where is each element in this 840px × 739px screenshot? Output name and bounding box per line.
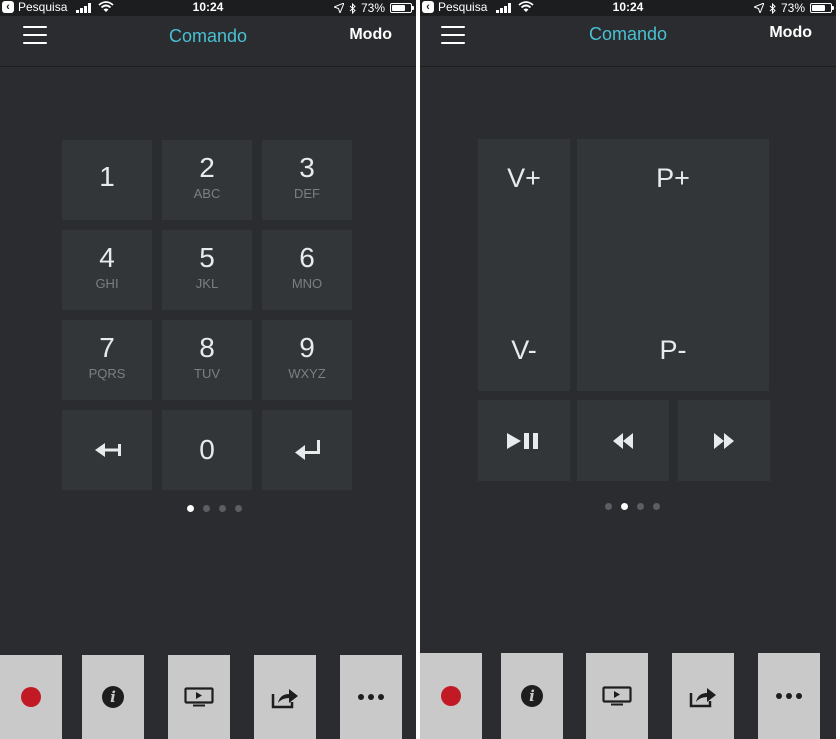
mode-button[interactable]: Modo xyxy=(769,24,812,42)
remote-screen: ‹ Pesquisa 10:24 73% Comando Modo V+ V- … xyxy=(420,0,836,739)
status-bar: ‹ Pesquisa 10:24 73% xyxy=(420,0,836,16)
share-icon xyxy=(689,688,716,708)
key-letters: MNO xyxy=(291,276,323,291)
key-3[interactable]: 3 DEF xyxy=(262,140,352,220)
volume-down-label[interactable]: V- xyxy=(478,335,570,366)
key-digit: 6 xyxy=(299,242,315,273)
key-digit: 3 xyxy=(299,152,315,183)
key-letters: JKL xyxy=(195,276,219,291)
more-button[interactable] xyxy=(758,653,820,739)
location-arrow-icon xyxy=(753,3,764,13)
nav-bar: Comando Modo xyxy=(0,16,416,67)
enter-icon xyxy=(295,440,320,460)
key-digit: 2 xyxy=(199,152,215,183)
info-icon: i xyxy=(102,686,124,708)
volume-up-label[interactable]: V+ xyxy=(478,163,570,194)
page-dot[interactable] xyxy=(219,505,226,512)
page-dot[interactable] xyxy=(653,503,660,510)
status-bar: ‹ Pesquisa 10:24 73% xyxy=(0,0,416,16)
page-indicator xyxy=(187,505,242,512)
screen-button[interactable] xyxy=(586,653,648,739)
share-button[interactable] xyxy=(672,653,734,739)
key-digit: 4 xyxy=(99,242,115,273)
key-digit: 9 xyxy=(299,332,315,363)
screen-button[interactable] xyxy=(168,655,230,739)
screen-icon xyxy=(184,687,214,707)
key-6[interactable]: 6 MNO xyxy=(262,230,352,310)
channel-up-label[interactable]: P+ xyxy=(577,163,769,194)
play-pause-icon xyxy=(507,432,538,449)
page-dot[interactable] xyxy=(203,505,210,512)
key-letters: ABC xyxy=(193,186,221,201)
play-pause-button[interactable] xyxy=(478,400,570,481)
key-letters: TUV xyxy=(194,366,220,381)
previous-channel-button[interactable] xyxy=(62,410,152,490)
record-button[interactable] xyxy=(0,655,62,739)
battery-percent: 73% xyxy=(360,1,385,15)
key-digit: 5 xyxy=(199,242,215,273)
key-letters: GHI xyxy=(95,276,119,291)
channel-down-label[interactable]: P- xyxy=(577,335,769,366)
key-5[interactable]: 5 JKL xyxy=(162,230,252,310)
info-button[interactable]: i xyxy=(82,655,144,739)
battery-icon xyxy=(810,3,834,13)
page-dot[interactable] xyxy=(637,503,644,510)
screen-icon xyxy=(602,686,632,706)
key-letters: PQRS xyxy=(88,366,126,381)
bluetooth-icon xyxy=(769,2,776,14)
battery-icon xyxy=(390,3,414,13)
key-2[interactable]: 2 ABC xyxy=(162,140,252,220)
key-digit: 7 xyxy=(99,332,115,363)
more-icon xyxy=(358,694,384,700)
keypad-screen: ‹ Pesquisa 10:24 73% Comando Modo 1 2 AB… xyxy=(0,0,416,739)
key-letters: WXYZ xyxy=(288,366,326,381)
battery-percent: 73% xyxy=(780,1,805,15)
record-icon xyxy=(21,687,41,707)
channel-rocker[interactable]: P+ P- xyxy=(577,139,769,391)
key-0[interactable]: 0 xyxy=(162,410,252,490)
share-icon xyxy=(271,689,298,709)
status-right-cluster: 73% xyxy=(333,0,414,16)
page-indicator xyxy=(605,503,660,510)
rewind-icon xyxy=(613,432,633,449)
location-arrow-icon xyxy=(333,3,344,13)
remote-pad: V+ V- P+ P- xyxy=(478,139,770,481)
key-7[interactable]: 7 PQRS xyxy=(62,320,152,400)
key-8[interactable]: 8 TUV xyxy=(162,320,252,400)
enter-button[interactable] xyxy=(262,410,352,490)
mode-button[interactable]: Modo xyxy=(349,26,392,44)
numeric-keypad: 1 2 ABC 3 DEF 4 GHI 5 JKL 6 MNO 7 PQRS 8 xyxy=(62,140,354,490)
bluetooth-icon xyxy=(349,2,356,14)
info-icon: i xyxy=(521,685,543,707)
record-button[interactable] xyxy=(420,653,482,739)
page-dot[interactable] xyxy=(235,505,242,512)
key-4[interactable]: 4 GHI xyxy=(62,230,152,310)
page-dot[interactable] xyxy=(187,505,194,512)
page-dot[interactable] xyxy=(621,503,628,510)
info-button[interactable]: i xyxy=(501,653,563,739)
fast-forward-button[interactable] xyxy=(678,400,770,481)
more-button[interactable] xyxy=(340,655,402,739)
fast-forward-icon xyxy=(714,432,734,449)
back-arrow-icon xyxy=(95,443,121,457)
status-right-cluster: 73% xyxy=(753,0,834,16)
key-letters: DEF xyxy=(294,186,320,201)
key-digit: 0 xyxy=(199,434,215,465)
key-digit: 1 xyxy=(99,161,115,192)
more-icon xyxy=(776,693,802,699)
key-1[interactable]: 1 xyxy=(62,140,152,220)
key-digit: 8 xyxy=(199,332,215,363)
share-button[interactable] xyxy=(254,655,316,739)
nav-bar: Comando Modo xyxy=(420,16,836,67)
rewind-button[interactable] xyxy=(577,400,669,481)
page-dot[interactable] xyxy=(605,503,612,510)
key-9[interactable]: 9 WXYZ xyxy=(262,320,352,400)
record-icon xyxy=(441,686,461,706)
volume-rocker[interactable]: V+ V- xyxy=(478,139,570,391)
